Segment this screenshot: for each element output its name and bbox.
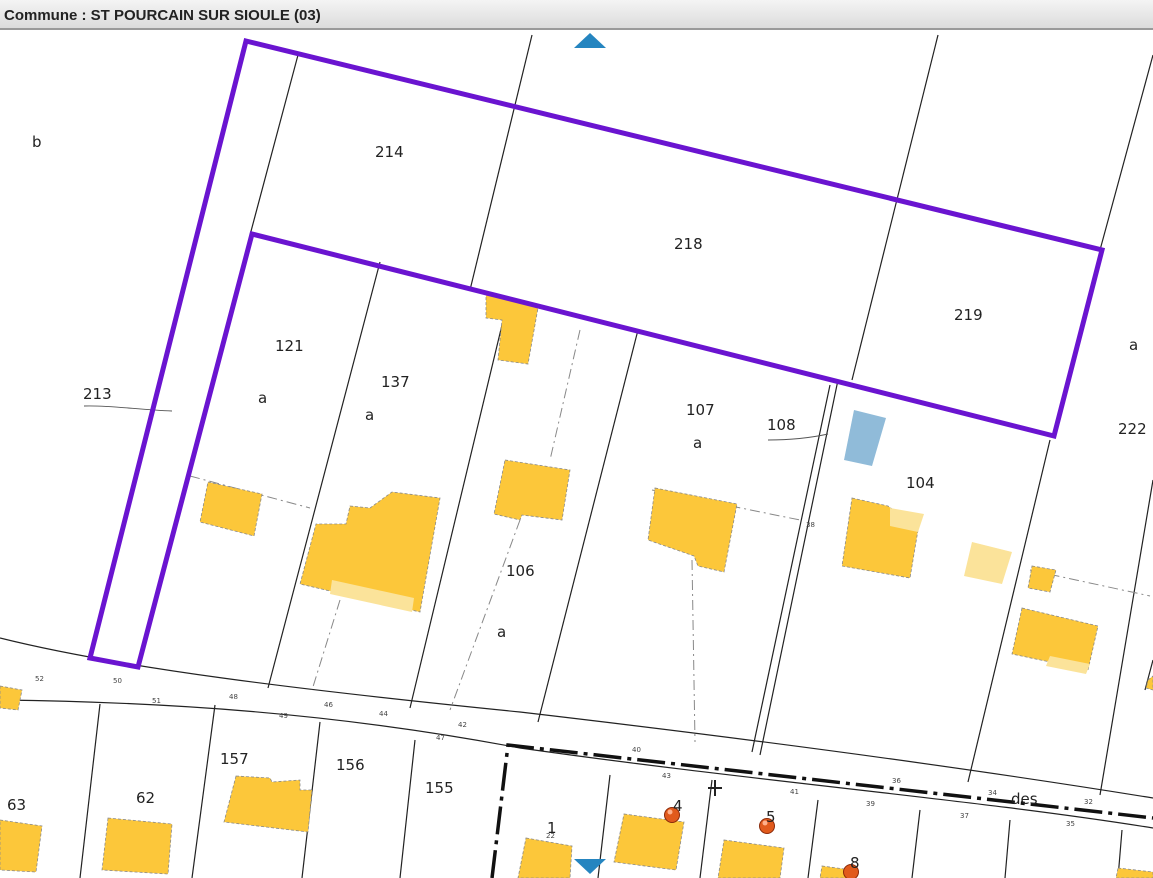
buildings bbox=[0, 294, 1153, 878]
street-number: 37 bbox=[960, 812, 969, 820]
parcel-label-63: 63 bbox=[7, 796, 26, 814]
commune-boundary bbox=[490, 743, 1153, 878]
cadastral-map[interactable]: 214 218 219 121 137 107 108 104 106 213 … bbox=[0, 30, 1153, 878]
street-number: 48 bbox=[229, 693, 238, 701]
street-number: 38 bbox=[806, 521, 815, 529]
section-letter-a: a bbox=[365, 406, 374, 424]
parcel-label-219: 219 bbox=[954, 306, 983, 324]
parcel-label-104: 104 bbox=[906, 474, 935, 492]
section-letter-a: a bbox=[497, 623, 506, 641]
street-label: des bbox=[1011, 790, 1038, 808]
street-number: 35 bbox=[1066, 820, 1075, 828]
parcel-label-107: 107 bbox=[686, 401, 715, 419]
parcel-label-157: 157 bbox=[220, 750, 249, 768]
street-number: 44 bbox=[379, 710, 388, 718]
street-number: 22 bbox=[546, 832, 555, 840]
arrow-up-icon[interactable] bbox=[574, 33, 606, 48]
arrow-down-icon[interactable] bbox=[574, 859, 606, 874]
parcel-label-62: 62 bbox=[136, 789, 155, 807]
parcel-label-137: 137 bbox=[381, 373, 410, 391]
parcel-label-222: 222 bbox=[1118, 420, 1147, 438]
street-number: 49 bbox=[279, 712, 288, 720]
map-header: Commune : ST POURCAIN SUR SIOULE (03) bbox=[0, 0, 1153, 30]
address-number-4: 4 bbox=[673, 797, 683, 815]
street-number: 41 bbox=[790, 788, 799, 796]
street-number: 52 bbox=[35, 675, 44, 683]
street-number: 42 bbox=[458, 721, 467, 729]
commune-title: Commune : ST POURCAIN SUR SIOULE (03) bbox=[4, 7, 321, 24]
street-number: 51 bbox=[152, 697, 161, 705]
street-number: 40 bbox=[632, 746, 641, 754]
section-letter-a: a bbox=[258, 389, 267, 407]
street-number: 46 bbox=[324, 701, 333, 709]
parcel-label-155: 155 bbox=[425, 779, 454, 797]
street-number: 43 bbox=[662, 772, 671, 780]
parcel-label-108: 108 bbox=[767, 416, 796, 434]
street-number: 50 bbox=[113, 677, 122, 685]
street-number: 47 bbox=[436, 734, 445, 742]
address-number-8: 8 bbox=[850, 854, 860, 872]
parcel-label-214: 214 bbox=[375, 143, 404, 161]
parcel-labels: 214 218 219 121 137 107 108 104 106 213 … bbox=[7, 143, 1147, 814]
parcel-label-218: 218 bbox=[674, 235, 703, 253]
street-number: 39 bbox=[866, 800, 875, 808]
section-letter-a: a bbox=[693, 434, 702, 452]
parcel-label-121: 121 bbox=[275, 337, 304, 355]
parcel-label-213: 213 bbox=[83, 385, 112, 403]
street-number: 32 bbox=[1084, 798, 1093, 806]
street-number: 34 bbox=[988, 789, 997, 797]
address-number-5: 5 bbox=[766, 808, 776, 826]
street-number: 36 bbox=[892, 777, 901, 785]
section-letter-b: b bbox=[32, 133, 42, 151]
parcel-label-156: 156 bbox=[336, 756, 365, 774]
parcel-label-106: 106 bbox=[506, 562, 535, 580]
selected-parcel-213-strip[interactable] bbox=[86, 37, 1106, 670]
section-letter-a: a bbox=[1129, 336, 1138, 354]
